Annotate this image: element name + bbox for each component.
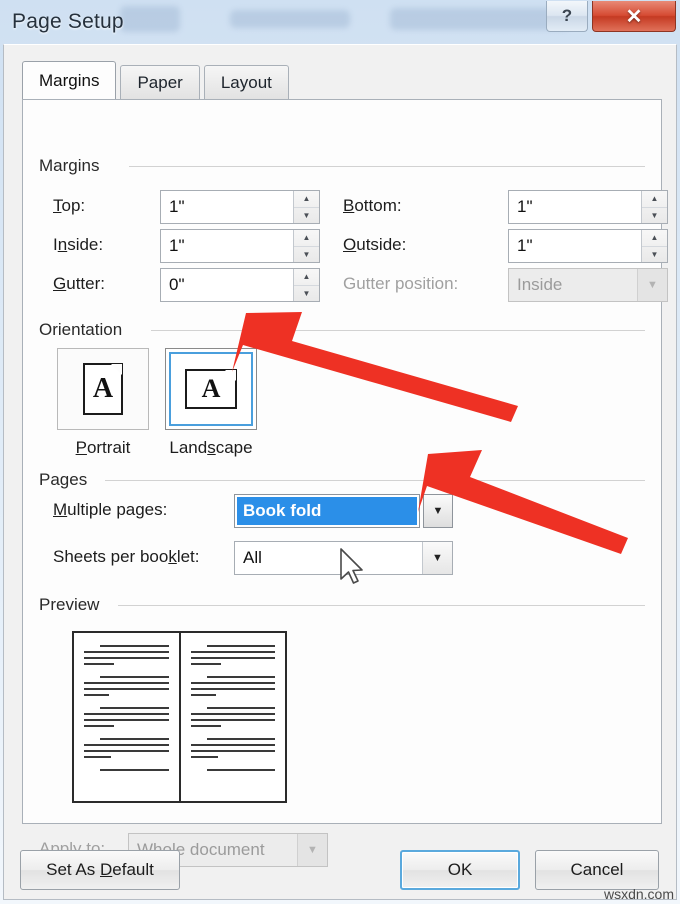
spin-up-icon[interactable]: ▲ [294, 230, 319, 247]
help-button[interactable]: ? [546, 1, 588, 32]
inside-margin-spin-buttons[interactable]: ▲ ▼ [293, 230, 319, 262]
tab-paper[interactable]: Paper [120, 65, 200, 99]
tab-layout[interactable]: Layout [203, 65, 289, 99]
window-title: Page Setup [12, 10, 124, 33]
multiple-pages-box[interactable]: Book fold [234, 494, 420, 528]
page-setup-dialog: Page Setup ? ✕ Margins Paper Layout Marg… [0, 0, 680, 904]
preview-page-left [74, 633, 181, 801]
set-as-default-button[interactable]: Set As Default [20, 850, 180, 890]
tab-margins-label: Margins [39, 70, 100, 90]
cancel-button[interactable]: Cancel [535, 850, 659, 890]
watermark: wsxdn.com [603, 886, 674, 902]
spin-up-icon[interactable]: ▲ [642, 191, 667, 208]
top-margin-label: Top: [53, 196, 86, 215]
spin-down-icon[interactable]: ▼ [294, 208, 319, 224]
inside-margin-value: 1" [169, 236, 185, 255]
gutter-position-dropdown: Inside ▼ [508, 268, 668, 302]
ok-label: OK [447, 860, 473, 879]
top-margin-value: 1" [169, 197, 185, 216]
outside-margin-spin-buttons[interactable]: ▲ ▼ [641, 230, 667, 262]
margins-group-rule [129, 166, 645, 167]
orientation-group-title: Orientation [39, 320, 131, 340]
spin-down-icon[interactable]: ▼ [642, 247, 667, 263]
spin-up-icon[interactable]: ▲ [642, 230, 667, 247]
question-mark-icon: ? [561, 6, 573, 25]
outside-margin-value: 1" [517, 236, 533, 255]
gutter-position-label: Gutter position: [343, 274, 459, 293]
gutter-value: 0" [169, 275, 185, 294]
top-margin-spinner[interactable]: 1" ▲ ▼ [160, 190, 320, 224]
preview-book-spread [72, 631, 287, 803]
portrait-icon-wrap: A [83, 363, 123, 415]
top-margin-spin-buttons[interactable]: ▲ ▼ [293, 191, 319, 223]
bottom-margin-value: 1" [517, 197, 533, 216]
sheets-per-booklet-value: All [243, 548, 262, 567]
outside-margin-spinner[interactable]: 1" ▲ ▼ [508, 229, 668, 263]
tab-layout-label: Layout [220, 72, 272, 92]
close-button[interactable]: ✕ [592, 1, 676, 32]
tab-paper-label: Paper [137, 72, 183, 92]
multiple-pages-value: Book fold [237, 497, 417, 525]
orientation-portrait-button[interactable]: A [57, 348, 149, 430]
pages-group-rule [105, 480, 645, 481]
orientation-landscape-button[interactable]: A [165, 348, 257, 430]
margins-group-title: Margins [39, 156, 108, 176]
inside-margin-label: Inside: [53, 235, 104, 254]
bottom-margin-label: Bottom: [343, 196, 402, 215]
cancel-label: Cancel [570, 860, 624, 879]
chevron-down-icon[interactable]: ▼ [423, 494, 453, 528]
bottom-margin-spinner[interactable]: 1" ▲ ▼ [508, 190, 668, 224]
multiple-pages-label: Multiple pages: [53, 500, 168, 519]
gutter-position-value: Inside [517, 275, 563, 294]
tab-strip: Margins Paper Layout [22, 61, 662, 99]
sheets-per-booklet-label: Sheets per booklet: [53, 547, 200, 566]
caption-buttons: ? ✕ [546, 1, 676, 32]
preview-group-title: Preview [39, 595, 108, 615]
tab-margins[interactable]: Margins [22, 61, 117, 99]
portrait-page-icon: A [83, 363, 123, 415]
gutter-spin-buttons[interactable]: ▲ ▼ [293, 269, 319, 301]
dialog-body: Margins Paper Layout Margins Top: 1" ▲ ▼ [3, 44, 677, 900]
gutter-spinner[interactable]: 0" ▲ ▼ [160, 268, 320, 302]
bottom-margin-spin-buttons[interactable]: ▲ ▼ [641, 191, 667, 223]
orientation-landscape-label: Landscape [169, 438, 253, 457]
preview-page-right [181, 633, 286, 801]
inside-margin-spinner[interactable]: 1" ▲ ▼ [160, 229, 320, 263]
sheets-per-booklet-dropdown[interactable]: All ▼ [234, 541, 453, 575]
pages-group-title: Pages [39, 470, 96, 490]
orientation-group-rule [151, 330, 645, 331]
chevron-down-icon: ▼ [637, 269, 667, 301]
landscape-page-icon: A [185, 369, 237, 409]
outside-margin-label: Outside: [343, 235, 407, 254]
spin-up-icon[interactable]: ▲ [294, 191, 319, 208]
set-as-default-label: Set As Default [46, 860, 154, 879]
gutter-label: Gutter: [53, 274, 105, 293]
margins-tab-panel: Margins Top: 1" ▲ ▼ Bottom: 1" ▲ ▼ Insid… [22, 99, 668, 867]
spin-down-icon[interactable]: ▼ [642, 208, 667, 224]
chevron-down-icon[interactable]: ▼ [422, 542, 452, 574]
multiple-pages-dropdown[interactable]: Book fold ▼ [234, 494, 453, 528]
ok-button[interactable]: OK [400, 850, 520, 890]
spin-up-icon[interactable]: ▲ [294, 269, 319, 286]
spin-down-icon[interactable]: ▼ [294, 247, 319, 263]
close-icon: ✕ [625, 5, 643, 28]
spin-down-icon[interactable]: ▼ [294, 286, 319, 302]
title-bar: Page Setup ? ✕ [0, 0, 680, 48]
landscape-icon-wrap: A [169, 352, 253, 426]
chevron-down-icon: ▼ [297, 834, 327, 866]
preview-group-rule [118, 605, 645, 606]
